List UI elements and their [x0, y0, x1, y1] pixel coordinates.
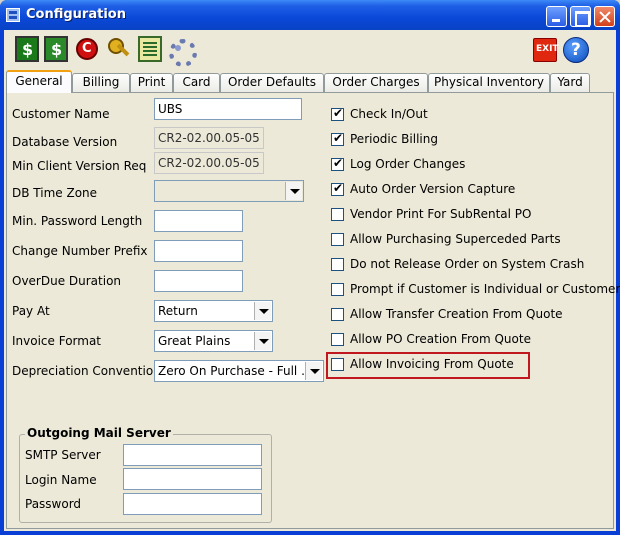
exit-label: EXIT	[536, 44, 559, 54]
maximize-button[interactable]	[570, 6, 591, 27]
chevron-down-icon[interactable]	[254, 332, 271, 350]
auto-order-version-capture-checkbox[interactable]	[331, 181, 344, 196]
payment-icon[interactable]	[15, 36, 39, 62]
outgoing-mail-server-title: Outgoing Mail Server	[25, 426, 173, 440]
min-password-length-label: Min. Password Length	[12, 214, 143, 228]
invoice-format-value: Great Plains	[158, 334, 231, 348]
allow-po-creation-checkbox[interactable]	[331, 333, 344, 346]
user-key-icon[interactable]	[106, 36, 130, 62]
customer-name-input[interactable]: UBS	[154, 98, 302, 120]
toolbar: EXIT ?	[4, 30, 616, 70]
auto-order-version-capture-label: Auto Order Version Capture	[350, 182, 516, 196]
check-in-out-label: Check In/Out	[350, 107, 428, 121]
db-time-zone-label: DB Time Zone	[12, 186, 98, 200]
smtp-server-input[interactable]	[123, 444, 262, 466]
help-icon: ?	[571, 40, 581, 60]
pay-at-label: Pay At	[12, 304, 50, 318]
log-order-changes-label: Log Order Changes	[350, 157, 466, 171]
overdue-duration-label: OverDue Duration	[12, 274, 122, 288]
gear-icon[interactable]	[167, 37, 197, 67]
tab-print[interactable]: Print	[130, 73, 173, 92]
tab-physical-inventory[interactable]: Physical Inventory	[428, 73, 550, 92]
login-name-label: Login Name	[25, 473, 97, 487]
periodic-billing-label: Periodic Billing	[350, 132, 438, 146]
chevron-down-icon[interactable]	[305, 362, 322, 380]
minimize-button[interactable]	[546, 6, 567, 27]
chevron-down-icon[interactable]	[285, 182, 302, 200]
tab-order-charges[interactable]: Order Charges	[324, 73, 428, 92]
database-version-value: CR2-02.00.05-05	[154, 127, 264, 149]
password-label: Password	[25, 497, 82, 511]
close-button[interactable]	[594, 6, 615, 27]
title-bar[interactable]: Configuration	[0, 0, 620, 30]
check-in-out-checkbox[interactable]	[331, 106, 344, 121]
configuration-window: Configuration EXIT ? General Billing Pri…	[0, 0, 620, 535]
prompt-customer-individual-label: Prompt if Customer is Individual or Cust…	[350, 282, 620, 296]
log-order-changes-checkbox[interactable]	[331, 156, 344, 171]
min-client-version-value: CR2-02.00.05-05	[154, 152, 264, 174]
tab-card[interactable]: Card	[173, 73, 220, 92]
tab-billing[interactable]: Billing	[72, 73, 130, 92]
exit-button[interactable]: EXIT	[533, 38, 559, 62]
invoice-format-select[interactable]: Great Plains	[154, 330, 273, 352]
pay-at-select[interactable]: Return	[154, 300, 273, 322]
allow-purchasing-superceded-parts-label: Allow Purchasing Superceded Parts	[350, 232, 561, 246]
min-password-length-input[interactable]	[154, 210, 243, 232]
min-client-version-label: Min Client Version Req	[12, 159, 147, 173]
overdue-duration-input[interactable]	[154, 270, 243, 292]
general-panel: Customer Name UBS Database Version CR2-0…	[6, 92, 620, 529]
invoice-icon[interactable]	[44, 36, 68, 62]
allow-transfer-creation-label: Allow Transfer Creation From Quote	[350, 307, 563, 321]
invoice-format-label: Invoice Format	[12, 334, 102, 348]
chevron-down-icon[interactable]	[254, 302, 271, 320]
tab-yard[interactable]: Yard	[550, 73, 590, 92]
do-not-release-order-label: Do not Release Order on System Crash	[350, 257, 585, 271]
smtp-server-label: SMTP Server	[25, 448, 101, 462]
window-client: EXIT ? General Billing Print Card Order …	[4, 30, 620, 531]
pay-at-value: Return	[158, 304, 198, 318]
do-not-release-order-checkbox[interactable]	[331, 258, 344, 271]
checklist-icon[interactable]	[138, 36, 162, 62]
tab-bar: General Billing Print Card Order Default…	[4, 70, 616, 93]
db-time-zone-select[interactable]	[154, 180, 304, 202]
app-icon	[6, 8, 20, 22]
customer-name-label: Customer Name	[12, 107, 110, 121]
vendor-print-subrental-po-label: Vendor Print For SubRental PO	[350, 207, 532, 221]
change-number-prefix-input[interactable]	[154, 240, 243, 262]
prompt-customer-individual-checkbox[interactable]	[331, 283, 344, 296]
tab-general[interactable]: General	[6, 70, 72, 93]
periodic-billing-checkbox[interactable]	[331, 131, 344, 146]
change-number-prefix-label: Change Number Prefix	[12, 244, 148, 258]
allow-purchasing-superceded-parts-checkbox[interactable]	[331, 233, 344, 246]
depreciation-convention-select[interactable]: Zero On Purchase - Full ...	[154, 360, 324, 382]
vendor-print-subrental-po-checkbox[interactable]	[331, 208, 344, 221]
password-input[interactable]	[123, 493, 262, 515]
highlight-box	[326, 352, 530, 379]
help-button[interactable]: ?	[563, 37, 589, 63]
allow-transfer-creation-checkbox[interactable]	[331, 308, 344, 321]
tab-order-defaults[interactable]: Order Defaults	[220, 73, 324, 92]
outgoing-mail-server-group: Outgoing Mail Server SMTP Server Login N…	[19, 426, 272, 523]
login-name-input[interactable]	[123, 468, 262, 490]
window-title: Configuration	[26, 7, 126, 22]
depreciation-convention-label: Depreciation Convention	[12, 364, 161, 378]
depreciation-convention-value: Zero On Purchase - Full ...	[158, 364, 313, 378]
database-version-label: Database Version	[12, 135, 118, 149]
credit-icon[interactable]	[76, 38, 98, 60]
allow-po-creation-label: Allow PO Creation From Quote	[350, 332, 531, 346]
